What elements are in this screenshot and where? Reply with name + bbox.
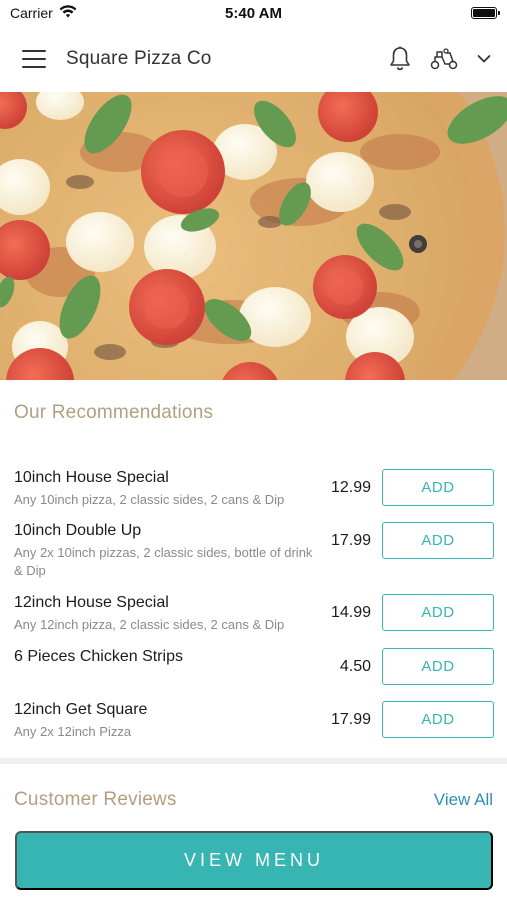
status-left: Carrier [10,5,180,21]
item-price: 17.99 [330,532,371,549]
item-name: 12inch House Special [14,594,169,611]
add-button[interactable]: ADD [382,469,494,506]
add-button[interactable]: ADD [382,594,494,631]
item-name: 10inch House Special [14,469,169,486]
item-price: 14.99 [330,604,371,621]
hero-pizza-image [0,92,507,380]
recommendations-title: Our Recommendations [14,402,214,423]
view-menu-button[interactable]: VIEW MENU [15,831,493,890]
view-all-link[interactable]: View All [434,790,493,810]
hamburger-menu-icon[interactable] [22,50,46,68]
item-name: 6 Pieces Chicken Strips [14,648,183,665]
status-right [327,7,500,19]
status-time: 5:40 AM [225,4,282,22]
item-description: Any 2x 12inch Pizza [14,724,132,739]
reviews-title: Customer Reviews [14,789,177,810]
carrier-label: Carrier [10,5,53,21]
chevron-down-icon[interactable] [477,54,491,64]
app-title: Square Pizza Co [66,48,212,69]
item-description: Any 12inch pizza, 2 classic sides, 2 can… [14,617,285,632]
wifi-icon [59,5,77,21]
status-bar: Carrier 5:40 AM [0,0,507,26]
battery-icon [471,7,500,19]
add-button[interactable]: ADD [382,701,494,738]
add-button[interactable]: ADD [382,648,494,685]
item-name: 12inch Get Square [14,701,148,718]
app-header: Square Pizza Co [0,26,507,92]
item-price: 12.99 [330,479,371,496]
scooter-delivery-icon[interactable] [429,47,459,71]
add-button[interactable]: ADD [382,522,494,559]
item-description: Any 10inch pizza, 2 classic sides, 2 can… [14,492,285,507]
item-name: 10inch Double Up [14,522,142,539]
header-actions [389,46,491,72]
item-description: Any 2x 10inch pizzas, 2 classic sides, b… [14,545,313,578]
section-divider [0,758,507,764]
item-price: 17.99 [330,711,371,728]
item-price: 4.50 [339,658,371,675]
bell-icon[interactable] [389,46,411,72]
